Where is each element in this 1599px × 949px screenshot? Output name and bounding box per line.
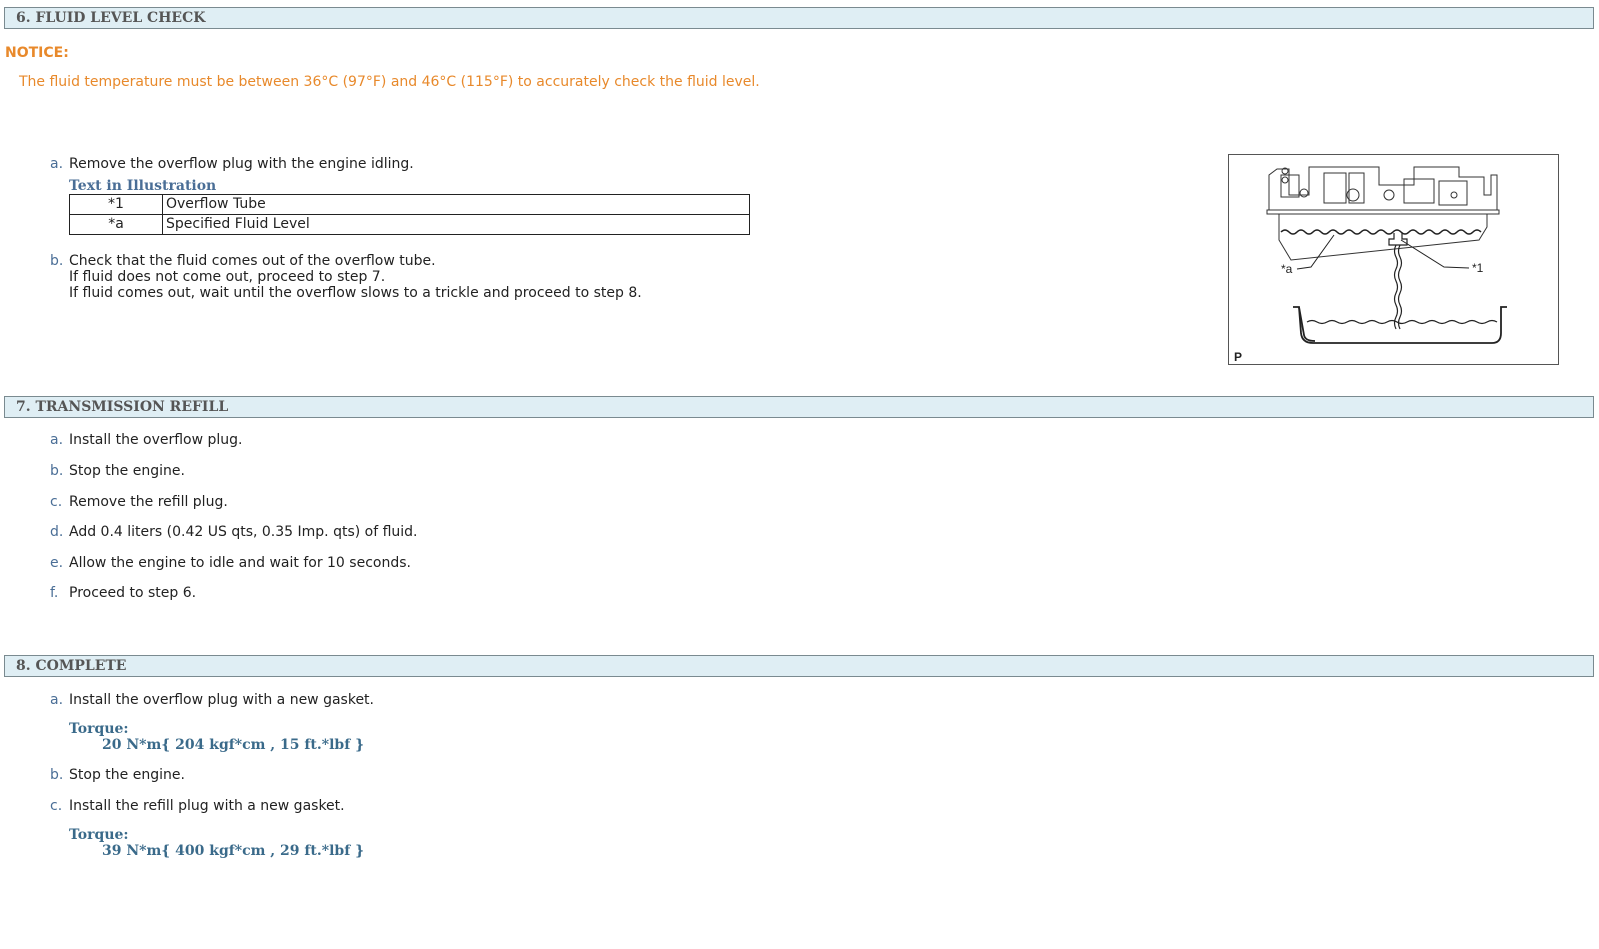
step-text: Remove the overflow plug with the engine… xyxy=(69,156,414,172)
text-in-illustration-heading: Text in Illustration xyxy=(69,178,217,194)
table-row: *a Specified Fluid Level xyxy=(69,214,750,235)
step-letter: c. xyxy=(50,494,63,510)
notice-text: The fluid temperature must be between 36… xyxy=(19,74,760,90)
step-7d: d. Add 0.4 liters (0.42 US qts, 0.35 Imp.… xyxy=(50,524,418,540)
section-header-transmission-refill: 7. TRANSMISSION REFILL xyxy=(4,396,1594,418)
legend-label: Overflow Tube xyxy=(162,194,750,215)
section-header-fluid-level-check: 6. FLUID LEVEL CHECK xyxy=(4,7,1594,29)
torque-label: Torque: xyxy=(69,721,129,737)
step-text: Add 0.4 liters (0.42 US qts, 0.35 Imp. q… xyxy=(69,524,418,540)
step-7e: e. Allow the engine to idle and wait for … xyxy=(50,555,411,571)
step-8b: b. Stop the engine. xyxy=(50,767,185,783)
step-letter: d. xyxy=(50,524,64,540)
torque-label: Torque: xyxy=(69,827,129,843)
table-row: *1 Overflow Tube xyxy=(69,194,750,215)
step-6a: a. Remove the overflow plug with the engi… xyxy=(50,156,414,172)
step-8c: c. Install the refill plug with a new gas… xyxy=(50,798,345,814)
step-7c: c. Remove the refill plug. xyxy=(50,494,228,510)
step-text-line: If fluid comes out, wait until the overf… xyxy=(69,285,642,301)
legend-label: Specified Fluid Level xyxy=(162,214,750,235)
step-text: Install the overflow plug with a new gas… xyxy=(69,692,374,708)
step-6b: b. Check that the fluid comes out of the … xyxy=(50,253,642,301)
step-letter: a. xyxy=(50,432,64,448)
illustration-corner-mark: P xyxy=(1234,350,1242,364)
illustration-legend-table: *1 Overflow Tube *a Specified Fluid Leve… xyxy=(69,194,750,235)
step-text: Check that the fluid comes out of the ov… xyxy=(69,253,436,269)
step-letter: f. xyxy=(50,585,59,601)
step-letter: a. xyxy=(50,692,64,708)
step-letter: b. xyxy=(50,767,64,783)
step-text: Install the refill plug with a new gaske… xyxy=(69,798,345,814)
step-letter: a. xyxy=(50,156,64,172)
callout-a-label: *a xyxy=(1281,262,1293,276)
torque-value: 39 N*m{ 400 kgf*cm , 29 ft.*lbf } xyxy=(102,843,365,859)
notice-label: NOTICE: xyxy=(5,45,69,61)
step-text: Stop the engine. xyxy=(69,767,185,783)
step-text: Remove the refill plug. xyxy=(69,494,228,510)
step-letter: c. xyxy=(50,798,63,814)
transmission-diagram: *a *1 P xyxy=(1234,166,1507,364)
step-letter: b. xyxy=(50,253,64,269)
callout-1-label: *1 xyxy=(1472,261,1484,275)
step-text-line: If fluid does not come out, proceed to s… xyxy=(69,269,386,285)
step-text: Install the overflow plug. xyxy=(69,432,243,448)
legend-key: *a xyxy=(69,214,163,235)
step-letter: b. xyxy=(50,463,64,479)
step-text: Allow the engine to idle and wait for 10… xyxy=(69,555,411,571)
section-header-complete: 8. COMPLETE xyxy=(4,655,1594,677)
step-8a: a. Install the overflow plug with a new g… xyxy=(50,692,374,708)
step-7f: f. Proceed to step 6. xyxy=(50,585,196,601)
step-text: Proceed to step 6. xyxy=(69,585,197,601)
legend-key: *1 xyxy=(69,194,163,215)
step-7b: b. Stop the engine. xyxy=(50,463,185,479)
step-text: Stop the engine. xyxy=(69,463,185,479)
torque-value: 20 N*m{ 204 kgf*cm , 15 ft.*lbf } xyxy=(102,737,365,753)
step-7a: a. Install the overflow plug. xyxy=(50,432,243,448)
fluid-level-illustration: *a *1 P xyxy=(1228,154,1559,365)
step-letter: e. xyxy=(50,555,64,571)
